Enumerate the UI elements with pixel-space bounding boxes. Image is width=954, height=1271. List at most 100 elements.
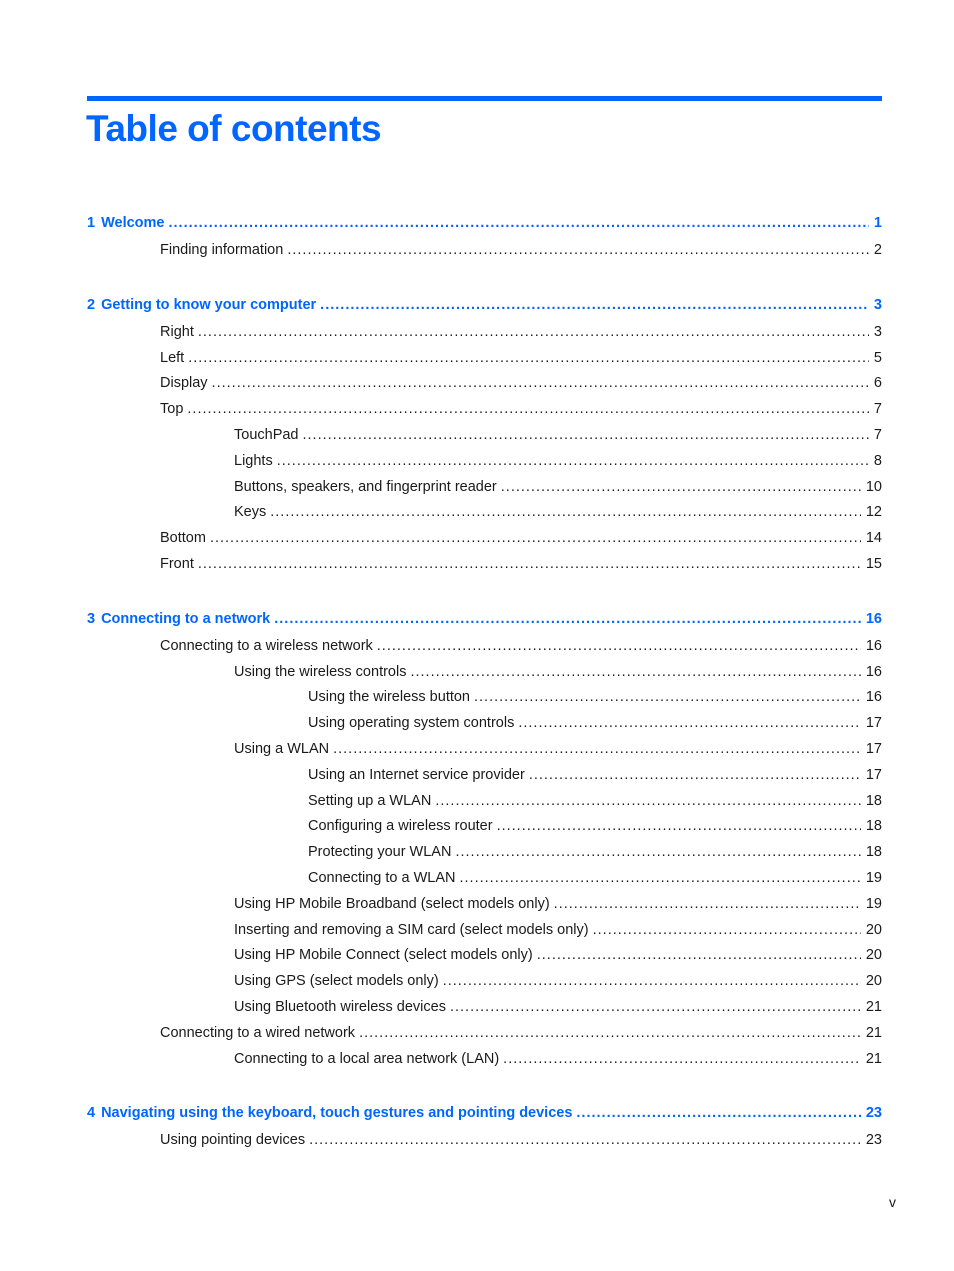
toc-entry-title[interactable]: 3 Connecting to a network <box>87 608 274 630</box>
toc-entry-label[interactable]: Inserting and removing a SIM card (selec… <box>234 922 589 938</box>
toc-page-number[interactable]: 19 <box>861 893 882 915</box>
toc-entry-label[interactable]: Configuring a wireless router <box>308 818 493 834</box>
toc-page-number[interactable]: 3 <box>869 321 882 343</box>
toc-entry-title[interactable]: 4 Navigating using the keyboard, touch ge… <box>87 1102 576 1124</box>
toc-entry-title[interactable]: TouchPad <box>234 424 303 446</box>
toc-entry-title[interactable]: Connecting to a local area network (LAN) <box>234 1048 503 1070</box>
toc-entry-title[interactable]: Using HP Mobile Connect (select models o… <box>234 944 537 966</box>
toc-entry[interactable]: Front 15 <box>87 553 882 579</box>
toc-entry[interactable]: Connecting to a local area network (LAN)… <box>87 1048 882 1074</box>
toc-chapter-entry[interactable]: 3 Connecting to a network 16 <box>87 608 882 635</box>
toc-entry[interactable]: Bottom 14 <box>87 527 882 553</box>
toc-page-number[interactable]: 20 <box>861 970 882 992</box>
toc-page-number[interactable]: 21 <box>861 996 882 1018</box>
toc-page-number[interactable]: 18 <box>861 815 882 837</box>
toc-entry[interactable]: Top 7 <box>87 398 882 424</box>
toc-page-number[interactable]: 17 <box>861 712 882 734</box>
toc-entry-label[interactable]: Using Bluetooth wireless devices <box>234 999 446 1015</box>
toc-page-number[interactable]: 19 <box>861 867 882 889</box>
toc-entry[interactable]: Display 6 <box>87 372 882 398</box>
toc-entry[interactable]: Keys 12 <box>87 501 882 527</box>
toc-entry-title[interactable]: Display <box>160 372 212 394</box>
toc-entry-label[interactable]: TouchPad <box>234 427 299 443</box>
toc-entry[interactable]: Finding information 2 <box>87 239 882 265</box>
toc-entry-title[interactable]: Top <box>160 398 187 420</box>
toc-page-number[interactable]: 8 <box>869 450 882 472</box>
toc-entry[interactable]: Inserting and removing a SIM card (selec… <box>87 919 882 945</box>
toc-page-number[interactable]: 14 <box>861 527 882 549</box>
toc-entry[interactable]: Lights 8 <box>87 450 882 476</box>
toc-entry-label[interactable]: Navigating using the keyboard, touch ges… <box>101 1105 572 1121</box>
toc-entry-title[interactable]: Left <box>160 347 188 369</box>
toc-page-number[interactable]: 18 <box>861 841 882 863</box>
toc-entry-title[interactable]: Connecting to a WLAN <box>308 867 460 889</box>
toc-entry-label[interactable]: Bottom <box>160 530 206 546</box>
toc-page-number[interactable]: 16 <box>861 635 882 657</box>
toc-entry-label[interactable]: Connecting to a network <box>101 611 270 627</box>
toc-entry[interactable]: Configuring a wireless router 18 <box>87 815 882 841</box>
toc-entry[interactable]: Buttons, speakers, and fingerprint reade… <box>87 476 882 502</box>
toc-entry-title[interactable]: 1 Welcome <box>87 212 168 234</box>
toc-page-number[interactable]: 6 <box>869 372 882 394</box>
toc-page-number[interactable]: 23 <box>861 1129 882 1151</box>
toc-entry-label[interactable]: Connecting to a local area network (LAN) <box>234 1051 499 1067</box>
toc-page-number[interactable]: 2 <box>869 239 882 261</box>
toc-entry-label[interactable]: Setting up a WLAN <box>308 793 431 809</box>
toc-entry-label[interactable]: Using the wireless button <box>308 689 470 705</box>
toc-entry-title[interactable]: Configuring a wireless router <box>308 815 497 837</box>
toc-entry-label[interactable]: Finding information <box>160 242 283 258</box>
toc-entry-label[interactable]: Using HP Mobile Broadband (select models… <box>234 896 550 912</box>
toc-entry-title[interactable]: Connecting to a wired network <box>160 1022 359 1044</box>
toc-entry-title[interactable]: Using an Internet service provider <box>308 764 529 786</box>
toc-entry-label[interactable]: Using an Internet service provider <box>308 767 525 783</box>
toc-entry[interactable]: Connecting to a WLAN 19 <box>87 867 882 893</box>
toc-entry-label[interactable]: Using the wireless controls <box>234 664 406 680</box>
toc-chapter-entry[interactable]: 4 Navigating using the keyboard, touch ge… <box>87 1102 882 1129</box>
toc-entry[interactable]: Using operating system controls 17 <box>87 712 882 738</box>
toc-entry[interactable]: Right 3 <box>87 321 882 347</box>
toc-page-number[interactable]: 20 <box>861 919 882 941</box>
toc-page-number[interactable]: 21 <box>861 1048 882 1070</box>
toc-entry-label[interactable]: Using GPS (select models only) <box>234 973 439 989</box>
toc-page-number[interactable]: 16 <box>861 686 882 708</box>
toc-page-number[interactable]: 5 <box>869 347 882 369</box>
toc-entry[interactable]: Using an Internet service provider 17 <box>87 764 882 790</box>
toc-entry[interactable]: Using HP Mobile Broadband (select models… <box>87 893 882 919</box>
toc-page-number[interactable]: 16 <box>861 608 882 630</box>
toc-entry[interactable]: TouchPad 7 <box>87 424 882 450</box>
toc-entry-title[interactable]: Bottom <box>160 527 210 549</box>
toc-entry-title[interactable]: 2 Getting to know your computer <box>87 294 320 316</box>
toc-entry-label[interactable]: Front <box>160 556 194 572</box>
toc-entry-label[interactable]: Left <box>160 350 184 366</box>
toc-entry[interactable]: Using the wireless controls 16 <box>87 661 882 687</box>
toc-entry-label[interactable]: Keys <box>234 504 266 520</box>
toc-entry-title[interactable]: Using HP Mobile Broadband (select models… <box>234 893 554 915</box>
toc-entry-title[interactable]: Setting up a WLAN <box>308 790 435 812</box>
toc-entry[interactable]: Using HP Mobile Connect (select models o… <box>87 944 882 970</box>
toc-entry[interactable]: Using GPS (select models only) 20 <box>87 970 882 996</box>
toc-entry-label[interactable]: Using HP Mobile Connect (select models o… <box>234 947 533 963</box>
toc-page-number[interactable]: 18 <box>861 790 882 812</box>
toc-entry-title[interactable]: Protecting your WLAN <box>308 841 455 863</box>
toc-entry[interactable]: Using the wireless button 16 <box>87 686 882 712</box>
toc-entry-title[interactable]: Buttons, speakers, and fingerprint reade… <box>234 476 501 498</box>
toc-page-number[interactable]: 21 <box>861 1022 882 1044</box>
toc-entry[interactable]: Using a WLAN 17 <box>87 738 882 764</box>
toc-entry-title[interactable]: Using the wireless controls <box>234 661 410 683</box>
toc-entry[interactable]: Protecting your WLAN 18 <box>87 841 882 867</box>
toc-entry-label[interactable]: Connecting to a wireless network <box>160 638 373 654</box>
toc-entry-label[interactable]: Lights <box>234 453 273 469</box>
toc-entry-title[interactable]: Using a WLAN <box>234 738 333 760</box>
toc-page-number[interactable]: 7 <box>869 398 882 420</box>
toc-page-number[interactable]: 16 <box>861 661 882 683</box>
toc-entry-title[interactable]: Connecting to a wireless network <box>160 635 377 657</box>
toc-entry[interactable]: Using pointing devices 23 <box>87 1129 882 1155</box>
toc-entry[interactable]: Connecting to a wired network 21 <box>87 1022 882 1048</box>
toc-entry-title[interactable]: Using operating system controls <box>308 712 518 734</box>
toc-entry-label[interactable]: Welcome <box>101 215 164 231</box>
toc-entry-label[interactable]: Buttons, speakers, and fingerprint reade… <box>234 479 497 495</box>
toc-entry-label[interactable]: Getting to know your computer <box>101 297 316 313</box>
toc-entry-title[interactable]: Using the wireless button <box>308 686 474 708</box>
toc-entry[interactable]: Using Bluetooth wireless devices 21 <box>87 996 882 1022</box>
toc-page-number[interactable]: 15 <box>861 553 882 575</box>
